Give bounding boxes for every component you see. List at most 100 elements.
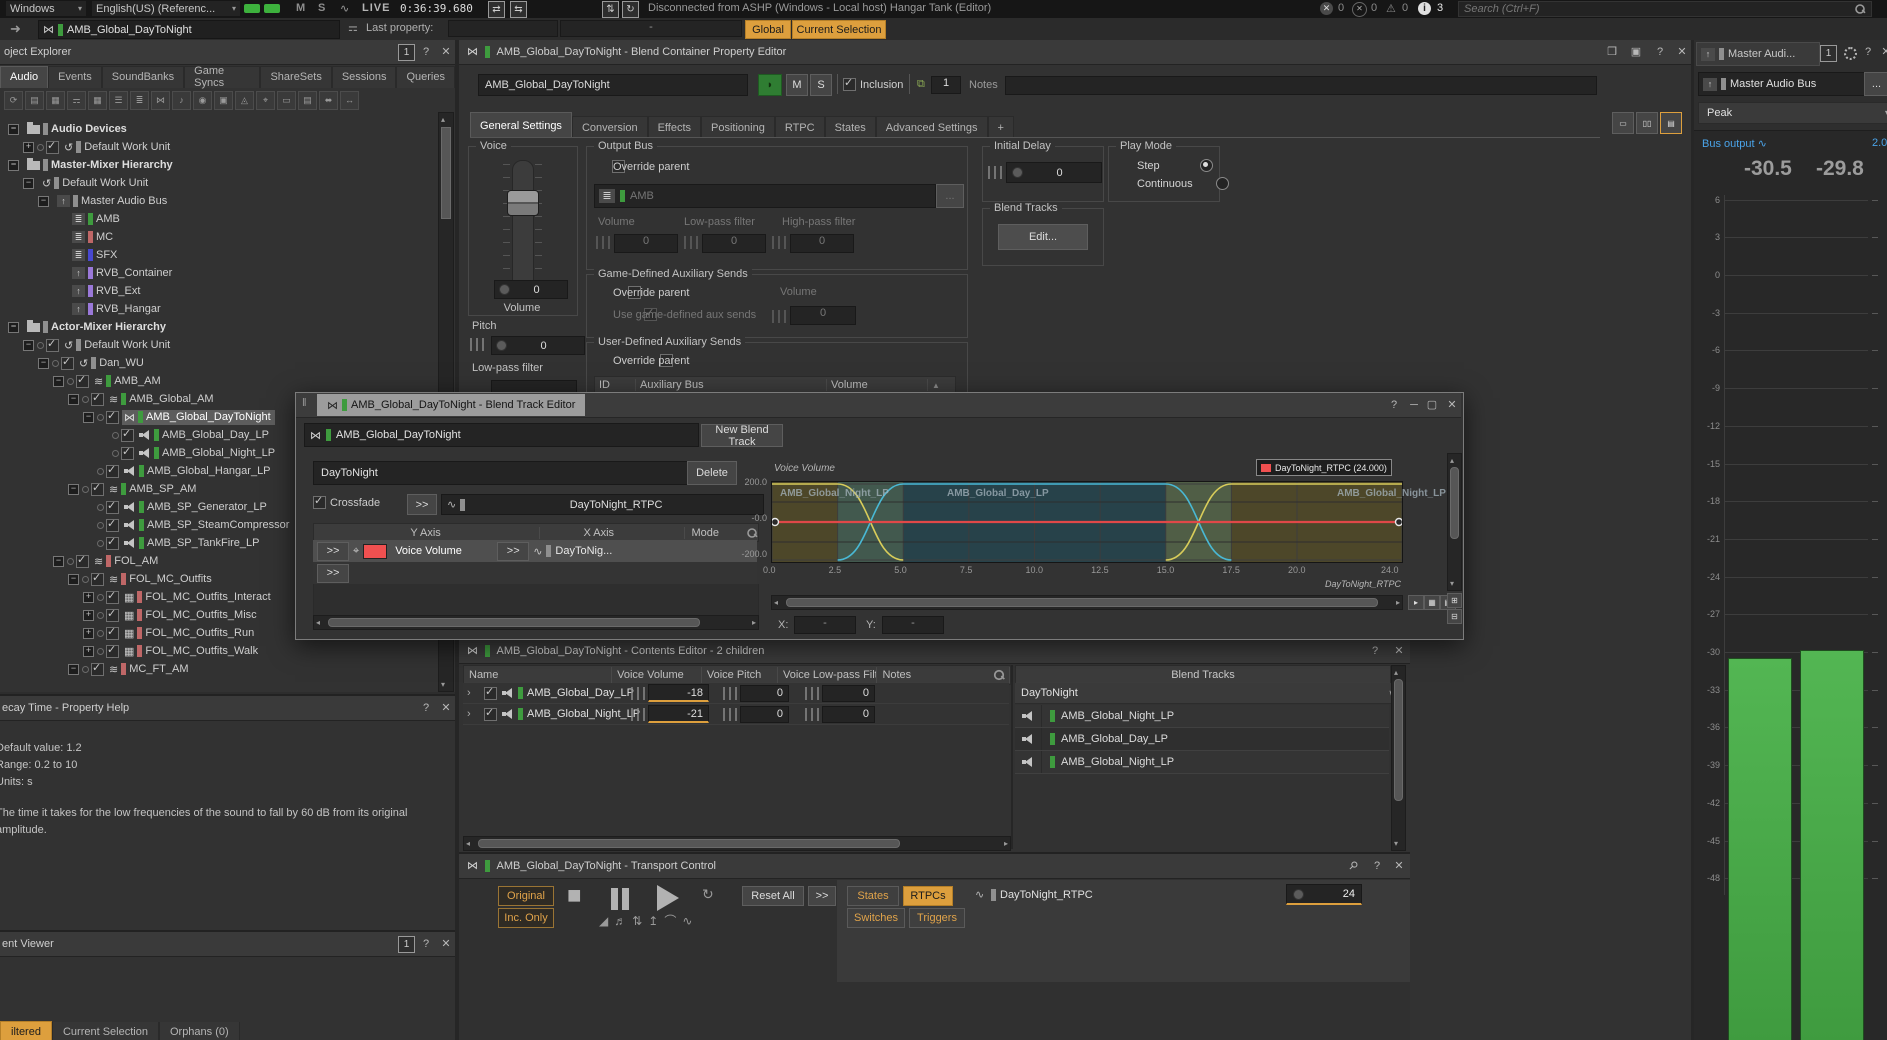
value-knob[interactable] <box>499 284 510 295</box>
warning-icon[interactable]: ⚠ <box>1386 2 1396 15</box>
tree-item-mc[interactable]: ≣MC <box>0 228 438 246</box>
bus-volume-field[interactable]: 0 <box>614 234 678 253</box>
close-icon[interactable]: ✕ <box>438 44 454 60</box>
meter-icon[interactable]: ⇅ <box>632 914 642 928</box>
mixer-icon[interactable]: ≣ <box>130 91 149 110</box>
rtpc-value-field[interactable]: 24 <box>1286 884 1362 905</box>
expand-toggle[interactable]: − <box>8 160 19 171</box>
close-icon[interactable]: ✕ <box>438 700 454 716</box>
property-tab-effects[interactable]: Effects <box>648 116 701 138</box>
ramp-icon[interactable]: ◢ <box>599 914 608 928</box>
tab-events[interactable]: Events <box>48 66 102 88</box>
profiler-toggle[interactable] <box>264 4 280 13</box>
help-icon[interactable]: ? <box>418 700 434 716</box>
pitch-field[interactable]: 0 <box>491 336 585 355</box>
layout-split-button[interactable]: ▯▯ <box>1636 112 1658 134</box>
help-icon[interactable]: ? <box>418 936 434 952</box>
layout-single-button[interactable]: ▭ <box>1612 112 1634 134</box>
track-table-hscrollbar[interactable]: ◂ ▸ <box>313 615 759 630</box>
chevrons-button[interactable]: >> <box>808 886 836 906</box>
expand-toggle[interactable]: − <box>68 664 79 675</box>
last-property-field[interactable] <box>448 20 558 37</box>
tree-item-audio-devices[interactable]: −Audio Devices <box>0 120 438 138</box>
expand-toggle[interactable]: − <box>38 358 49 369</box>
pitch-sliders-icon[interactable] <box>723 708 738 721</box>
voice-lpf-field[interactable]: 0 <box>822 706 875 723</box>
tree-item-sfx[interactable]: ≣SFX <box>0 246 438 264</box>
mute-button[interactable]: M <box>296 2 305 14</box>
tab-soundbanks[interactable]: SoundBanks <box>102 66 184 88</box>
help-icon[interactable]: ? <box>1860 44 1876 60</box>
include-checkbox[interactable] <box>106 501 119 514</box>
abort-icon[interactable]: ✕ <box>1352 2 1367 17</box>
column-header-voice-low-pass-filter[interactable]: Voice Low-pass Filter <box>778 667 877 683</box>
lpf-sliders-icon[interactable] <box>805 708 820 721</box>
track-search-icon[interactable] <box>747 528 757 538</box>
include-checkbox[interactable] <box>61 357 74 370</box>
pin-view-icon[interactable]: 1 <box>398 936 415 953</box>
error-icon[interactable]: ✕ <box>1320 2 1333 15</box>
track-row-voice-volume[interactable]: >> ⌖ Voice Volume >> ∿ DayToNig... <box>313 540 757 563</box>
capture-toggle[interactable] <box>244 4 260 13</box>
include-checkbox[interactable] <box>46 339 59 352</box>
remote-connect-icon[interactable]: ⇄ <box>488 1 505 18</box>
reset-all-button[interactable]: Reset All <box>742 886 804 906</box>
gear-icon[interactable] <box>1844 47 1857 60</box>
close-icon[interactable]: ✕ <box>1444 397 1460 413</box>
include-checkbox[interactable] <box>121 429 134 442</box>
include-checkbox[interactable] <box>484 708 497 721</box>
help-icon[interactable]: ? <box>418 44 434 60</box>
tab-queries[interactable]: Queries <box>396 66 455 88</box>
graph-remove-button[interactable]: ⊟ <box>1447 609 1462 624</box>
include-checkbox[interactable] <box>106 537 119 550</box>
event-viewer-tab-current-selection[interactable]: Current Selection <box>52 1022 159 1040</box>
close-icon[interactable]: ✕ <box>1878 44 1887 60</box>
help-icon[interactable]: ? <box>1367 643 1383 659</box>
current-object-box[interactable]: ⋈ AMB_Global_DayToNight <box>38 20 340 39</box>
include-checkbox[interactable] <box>106 465 119 478</box>
pitch-sliders-icon[interactable] <box>470 338 485 351</box>
global-button[interactable]: Global <box>745 20 791 39</box>
triggers-button[interactable]: Triggers <box>909 908 965 928</box>
pause-button[interactable] <box>611 888 631 910</box>
play-mode-continuous-radio[interactable] <box>1216 177 1229 190</box>
new-blend-track-button[interactable]: New Blend Track <box>701 424 783 447</box>
track-name-field[interactable]: DayToNight <box>313 461 688 485</box>
expand-toggle[interactable]: + <box>83 628 94 639</box>
close-icon[interactable]: ✕ <box>1391 643 1407 659</box>
current-selection-button[interactable]: Current Selection <box>792 20 886 39</box>
expand-toggle[interactable]: − <box>83 412 94 423</box>
crossfade-rtpc-field[interactable]: ∿ DayToNight_RTPC <box>441 494 764 515</box>
output-bus-field[interactable]: ≣ AMB <box>594 184 936 208</box>
include-checkbox[interactable] <box>46 141 59 154</box>
mute-button[interactable]: M <box>786 74 808 96</box>
meter-bus-field[interactable]: ↑ Master Audio Bus <box>1698 72 1866 96</box>
bte-titlebar[interactable]: ‖ ⋈ AMB_Global_DayToNight - Blend Track … <box>296 393 1461 418</box>
pin-view-icon[interactable]: 1 <box>398 44 415 61</box>
column-header-name[interactable]: Name <box>464 667 612 683</box>
minimize-icon[interactable]: ─ <box>1406 397 1422 413</box>
blend-track-item-1[interactable]: AMB_Global_Day_LP <box>1015 728 1389 751</box>
reload-icon[interactable]: ↻ <box>622 1 639 18</box>
close-icon[interactable]: ✕ <box>438 936 454 952</box>
help-icon[interactable]: ? <box>1386 397 1402 413</box>
meter-tab[interactable]: ↑ Master Audi... <box>1696 42 1820 66</box>
voice-pitch-field[interactable]: 0 <box>740 685 789 702</box>
live-button[interactable]: LIVE <box>362 2 390 14</box>
close-icon[interactable]: ✕ <box>1391 858 1407 874</box>
new-folder-icon[interactable]: ▤ <box>25 91 44 110</box>
sort-icon[interactable]: ▲ <box>928 381 944 390</box>
attenuation-icon[interactable]: ▭ <box>277 91 296 110</box>
property-tab--[interactable]: + <box>988 116 1014 138</box>
include-checkbox[interactable] <box>76 555 89 568</box>
expand-toggle[interactable]: + <box>23 142 34 153</box>
tree-item-amb[interactable]: ≣AMB <box>0 210 438 228</box>
help-icon[interactable]: ? <box>1652 44 1668 60</box>
table-row-amb-global-night-lp[interactable]: ›AMB_Global_Night_LP-2100 <box>463 704 1009 725</box>
save-icon[interactable]: ▣ <box>1628 44 1644 60</box>
volume-sliders-icon[interactable] <box>631 708 646 721</box>
tree-item-dan-wu[interactable]: −↺Dan_WU <box>0 354 438 372</box>
blend-graph[interactable]: AMB_Global_Night_LPAMB_Global_Day_LPAMB_… <box>771 481 1403 563</box>
property-tab-states[interactable]: States <box>825 116 876 138</box>
blend-icon[interactable]: ⋈ <box>151 91 170 110</box>
